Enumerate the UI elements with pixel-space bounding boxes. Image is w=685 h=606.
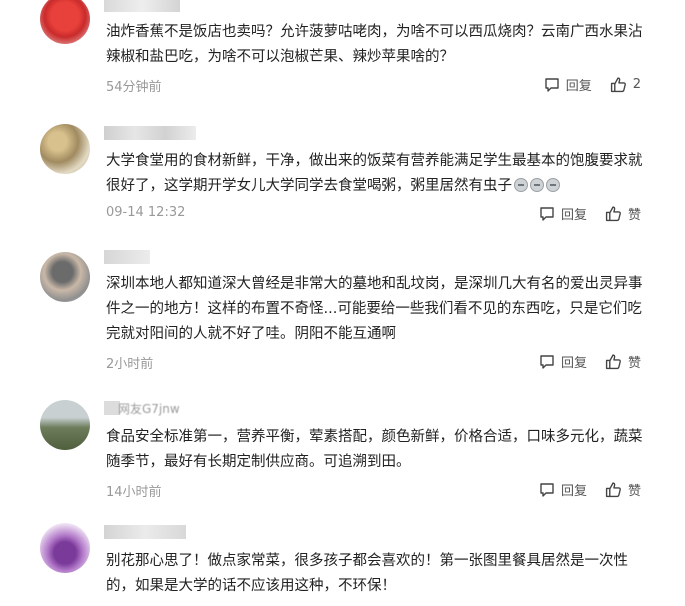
like-button[interactable]: 赞 (605, 204, 641, 223)
thumbs-up-icon (605, 354, 621, 370)
reply-button[interactable]: 回复 (539, 352, 587, 371)
avatar[interactable] (40, 400, 90, 450)
comment-actions: 回复 赞 (539, 480, 641, 499)
reply-label: 回复 (560, 208, 587, 223)
comment-time: 54分钟前 (106, 80, 162, 95)
reply-icon (540, 206, 554, 221)
reply-icon (545, 77, 559, 92)
like-count: 2 (632, 77, 641, 92)
thumbs-up-icon (605, 482, 621, 498)
avatar[interactable] (40, 0, 90, 44)
reply-button[interactable]: 回复 (544, 75, 592, 94)
reply-label: 回复 (560, 356, 587, 371)
reply-button[interactable]: 回复 (539, 204, 587, 223)
reply-label: 回复 (560, 484, 587, 499)
comment-text: 别花那心思了！做点家常菜，很多孩子都会喜欢的！第一张图里餐具居然是一次性的，如果… (106, 553, 628, 594)
comment-text-content: 大学食堂用的食材新鲜，干净，做出来的饭菜有营养能满足学生最基本的饱腹要求就很好了… (106, 153, 643, 194)
avatar[interactable] (40, 523, 90, 573)
like-button[interactable]: 赞 (605, 352, 641, 371)
comment-actions: 回复 赞 (539, 352, 641, 371)
emoji-icon (530, 178, 544, 192)
username-redacted[interactable] (104, 250, 150, 264)
username-redacted[interactable] (104, 0, 180, 12)
like-label: 赞 (627, 356, 641, 371)
like-label: 赞 (627, 208, 641, 223)
emoji-icon (546, 178, 560, 192)
comment-time: 2小时前 (106, 357, 154, 372)
thumbs-up-icon (610, 77, 626, 93)
avatar[interactable] (40, 252, 90, 302)
like-button[interactable]: 赞 (605, 480, 641, 499)
reply-icon (540, 482, 554, 497)
comment-text: 油炸香蕉不是饭店也卖吗？允许菠萝咕咾肉，为啥不可以西瓜烧肉？云南广西水果沾辣椒和… (106, 24, 643, 65)
username[interactable]: 网友G7jnw (118, 400, 180, 417)
comment-actions: 回复 2 (544, 75, 641, 94)
like-button[interactable]: 2 (610, 76, 641, 93)
reply-icon (540, 354, 554, 369)
comment-time: 09-14 12:32 (106, 205, 186, 220)
username-redacted[interactable] (104, 525, 186, 539)
comment-time: 14小时前 (106, 485, 162, 500)
avatar[interactable] (40, 124, 90, 174)
reply-button[interactable]: 回复 (539, 480, 587, 499)
comment-actions: 回复 赞 (539, 204, 641, 223)
thumbs-up-icon (605, 206, 621, 222)
comment-text: 大学食堂用的食材新鲜，干净，做出来的饭菜有营养能满足学生最基本的饱腹要求就很好了… (106, 149, 654, 199)
comment-text: 食品安全标准第一，营养平衡，荤素搭配，颜色新鲜，价格合适，口味多元化，蔬菜随季节… (106, 429, 643, 470)
like-label: 赞 (627, 484, 641, 499)
emoji-icon (514, 178, 528, 192)
username-redacted[interactable] (104, 126, 196, 140)
comment-text: 深圳本地人都知道深大曾经是非常大的墓地和乱坟岗，是深圳几大有名的爱出灵异事件之一… (106, 276, 643, 342)
reply-label: 回复 (565, 79, 592, 94)
